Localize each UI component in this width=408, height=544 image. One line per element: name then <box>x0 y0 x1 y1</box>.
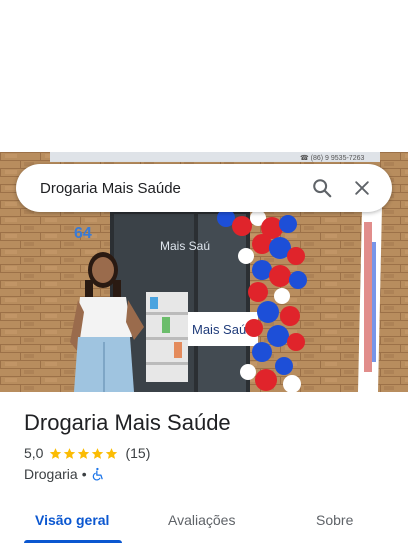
active-tab-indicator <box>24 540 122 543</box>
place-category: Drogaria <box>24 466 78 482</box>
review-count[interactable]: (15) <box>125 445 150 461</box>
star-icon <box>50 447 62 459</box>
star-rating <box>49 447 119 460</box>
star-icon <box>78 447 90 459</box>
banner-phone-text: ☎ (86) 9 9535-7263 <box>300 154 364 162</box>
place-tabs: Visão geral Avaliações Sobre <box>0 500 408 544</box>
rating-value: 5,0 <box>24 445 44 461</box>
tab-reviews[interactable]: Avaliações <box>168 512 235 528</box>
search-input[interactable]: Drogaria Mais Saúde <box>40 180 302 197</box>
tab-overview[interactable]: Visão geral <box>35 512 109 528</box>
separator-dot: • <box>81 466 87 482</box>
search-bar[interactable]: Drogaria Mais Saúde <box>16 164 392 212</box>
rating-row[interactable]: 5,0 (15) <box>24 445 150 461</box>
house-number: 64 <box>74 225 92 242</box>
close-button[interactable] <box>342 168 382 208</box>
door-sign-text: Mais Saú <box>160 239 210 253</box>
map-area <box>0 0 408 152</box>
place-info-panel: Drogaria Mais Saúde 5,0 (15) Drogaria • … <box>0 392 408 544</box>
star-icon <box>92 447 104 459</box>
star-icon <box>106 447 118 459</box>
category-row: Drogaria • <box>24 466 105 482</box>
star-icon <box>64 447 76 459</box>
wheelchair-icon <box>92 467 103 481</box>
place-title: Drogaria Mais Saúde <box>24 410 231 435</box>
close-icon <box>355 181 369 195</box>
tab-about[interactable]: Sobre <box>316 512 353 528</box>
search-icon <box>313 179 332 198</box>
search-button[interactable] <box>302 168 342 208</box>
